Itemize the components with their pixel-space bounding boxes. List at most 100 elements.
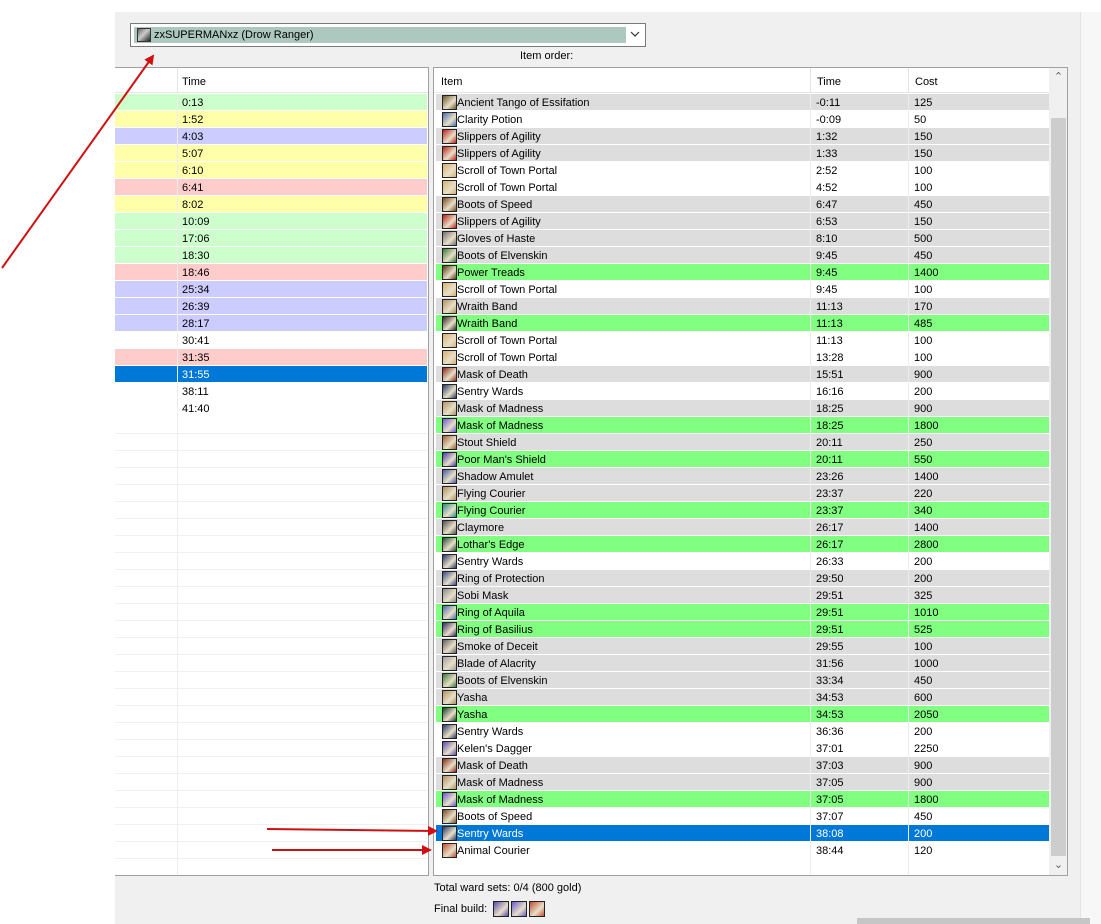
item-time: 37:05: [816, 794, 844, 806]
item-order-row[interactable]: Smoke of Deceit 29:55 100: [436, 638, 1049, 655]
item-order-row[interactable]: Sentry Wards 26:33 200: [436, 553, 1049, 570]
item-order-row[interactable]: Mask of Madness 37:05 900: [436, 774, 1049, 791]
events-table: Time 0:13 1:52 4:03 5:07 6:10 6:41 8:02 10:09 17…: [115, 67, 429, 876]
item-order-row[interactable]: Sentry Wards 16:16 200: [436, 383, 1049, 400]
item-order-row[interactable]: Clarity Potion -0:09 50: [436, 111, 1049, 128]
events-table-row[interactable]: 8:02: [115, 196, 427, 213]
events-table-row[interactable]: 6:41: [115, 179, 427, 196]
item-order-row[interactable]: Sentry Wards 36:36 200: [436, 723, 1049, 740]
item-order-row[interactable]: Slippers of Agility 1:32 150: [436, 128, 1049, 145]
item-order-row[interactable]: Animal Courier 38:44 120: [436, 842, 1049, 859]
item-order-row[interactable]: Ring of Basilius 29:51 525: [436, 621, 1049, 638]
events-table-row[interactable]: 31:35: [115, 349, 427, 366]
scroll-up-icon[interactable]: ⌃: [1049, 69, 1067, 86]
item-icon: [442, 248, 457, 263]
item-order-row[interactable]: Flying Courier 23:37 220: [436, 485, 1049, 502]
item-order-row[interactable]: Mask of Death 37:03 900: [436, 757, 1049, 774]
item-order-row[interactable]: Poor Man's Shield 20:11 550: [436, 451, 1049, 468]
events-table-row[interactable]: 1:52: [115, 111, 427, 128]
item-order-row[interactable]: Mask of Madness 18:25 1800: [436, 417, 1049, 434]
column-header-time[interactable]: Time: [817, 76, 841, 88]
item-order-row[interactable]: Power Treads 9:45 1400: [436, 264, 1049, 281]
item-order-row[interactable]: Blade of Alacrity 31:56 1000: [436, 655, 1049, 672]
events-table-row[interactable]: 28:17: [115, 315, 427, 332]
events-table-row[interactable]: 18:46: [115, 264, 427, 281]
scrollbar-thumb[interactable]: [1051, 118, 1066, 856]
column-separator[interactable]: [810, 68, 811, 92]
item-order-row[interactable]: Stout Shield 20:11 250: [436, 434, 1049, 451]
item-order-row[interactable]: Scroll of Town Portal 9:45 100: [436, 281, 1049, 298]
vertical-scrollbar[interactable]: ⌃ ⌄: [1049, 68, 1067, 875]
item-time: 11:13: [816, 318, 843, 330]
item-order-row[interactable]: Yasha 34:53 600: [436, 689, 1049, 706]
item-cost: 1400: [914, 471, 939, 483]
item-order-row[interactable]: Boots of Elvenskin 9:45 450: [436, 247, 1049, 264]
item-order-row[interactable]: Sentry Wards 38:08 200: [436, 825, 1049, 842]
item-order-row[interactable]: Claymore 26:17 1400: [436, 519, 1049, 536]
item-order-row[interactable]: Shadow Amulet 23:26 1400: [436, 468, 1049, 485]
item-order-row[interactable]: Ring of Protection 29:50 200: [436, 570, 1049, 587]
events-table-row[interactable]: 41:40: [115, 400, 427, 417]
item-cost: 600: [914, 692, 933, 704]
events-table-row[interactable]: 6:10: [115, 162, 427, 179]
item-time: 29:51: [816, 624, 844, 636]
item-icon: [442, 571, 457, 586]
item-order-row[interactable]: Boots of Speed 37:07 450: [436, 808, 1049, 825]
column-separator[interactable]: [177, 68, 178, 92]
item-icon: [442, 214, 457, 229]
events-table-row[interactable]: 0:13: [115, 94, 427, 111]
item-icon: [442, 826, 457, 841]
events-table-row[interactable]: 26:39: [115, 298, 427, 315]
player-select-dropdown[interactable]: zxSUPERMANxz (Drow Ranger): [130, 23, 646, 47]
item-order-row[interactable]: Wraith Band 11:13 170: [436, 298, 1049, 315]
item-order-row[interactable]: Boots of Speed 6:47 450: [436, 196, 1049, 213]
item-order-row[interactable]: Scroll of Town Portal 11:13 100: [436, 332, 1049, 349]
item-order-row[interactable]: Scroll of Town Portal 13:28 100: [436, 349, 1049, 366]
item-order-row[interactable]: Scroll of Town Portal 2:52 100: [436, 162, 1049, 179]
events-table-empty-row: [115, 655, 427, 672]
events-table-empty-row: [115, 859, 427, 875]
item-order-row[interactable]: Lothar's Edge 26:17 2800: [436, 536, 1049, 553]
item-name: Yasha: [457, 692, 488, 704]
column-header-item[interactable]: Item: [441, 76, 462, 88]
item-cost: 200: [914, 386, 933, 398]
events-table-row[interactable]: 17:06: [115, 230, 427, 247]
events-table-row[interactable]: 31:55: [115, 366, 427, 383]
item-order-label: Item order:: [520, 50, 574, 62]
item-order-row[interactable]: Yasha 34:53 2050: [436, 706, 1049, 723]
item-order-row[interactable]: Ring of Aquila 29:51 1010: [436, 604, 1049, 621]
events-table-row[interactable]: 25:34: [115, 281, 427, 298]
events-table-row[interactable]: 30:41: [115, 332, 427, 349]
item-order-row[interactable]: Scroll of Town Portal 4:52 100: [436, 179, 1049, 196]
horizontal-scroll-thumb[interactable]: [857, 918, 1090, 924]
item-order-row[interactable]: Kelen's Dagger 37:01 2250: [436, 740, 1049, 757]
events-table-row[interactable]: 18:30: [115, 247, 427, 264]
item-cost: 2800: [914, 539, 939, 551]
events-table-row[interactable]: 10:09: [115, 213, 427, 230]
item-order-row[interactable]: Mask of Madness 37:05 1800: [436, 791, 1049, 808]
item-order-row[interactable]: Wraith Band 11:13 485: [436, 315, 1049, 332]
events-table-row[interactable]: 4:03: [115, 128, 427, 145]
item-order-row[interactable]: Gloves of Haste 8:10 500: [436, 230, 1049, 247]
chevron-down-icon[interactable]: [629, 28, 641, 40]
scroll-down-icon[interactable]: ⌄: [1049, 857, 1067, 874]
item-order-row[interactable]: Slippers of Agility 1:33 150: [436, 145, 1049, 162]
events-table-row[interactable]: 5:07: [115, 145, 427, 162]
item-order-row[interactable]: Sobi Mask 29:51 325: [436, 587, 1049, 604]
item-order-row[interactable]: Boots of Elvenskin 33:34 450: [436, 672, 1049, 689]
item-order-row[interactable]: Ancient Tango of Essifation -0:11 125: [436, 94, 1049, 111]
item-name: Claymore: [457, 522, 505, 534]
column-header-time[interactable]: Time: [182, 76, 206, 88]
item-order-row[interactable]: Mask of Madness 18:25 900: [436, 400, 1049, 417]
events-table-row[interactable]: 38:11: [115, 383, 427, 400]
item-name: Slippers of Agility: [457, 216, 541, 228]
item-time: 1:33: [816, 148, 838, 160]
item-order-row[interactable]: Flying Courier 23:37 340: [436, 502, 1049, 519]
item-time: 37:05: [816, 777, 844, 789]
column-separator[interactable]: [908, 68, 909, 92]
player-select-value-box[interactable]: zxSUPERMANxz (Drow Ranger): [134, 27, 626, 43]
item-order-row[interactable]: Mask of Death 15:51 900: [436, 366, 1049, 383]
item-order-row[interactable]: Slippers of Agility 6:53 150: [436, 213, 1049, 230]
item-icon: [442, 146, 457, 161]
column-header-cost[interactable]: Cost: [915, 76, 938, 88]
